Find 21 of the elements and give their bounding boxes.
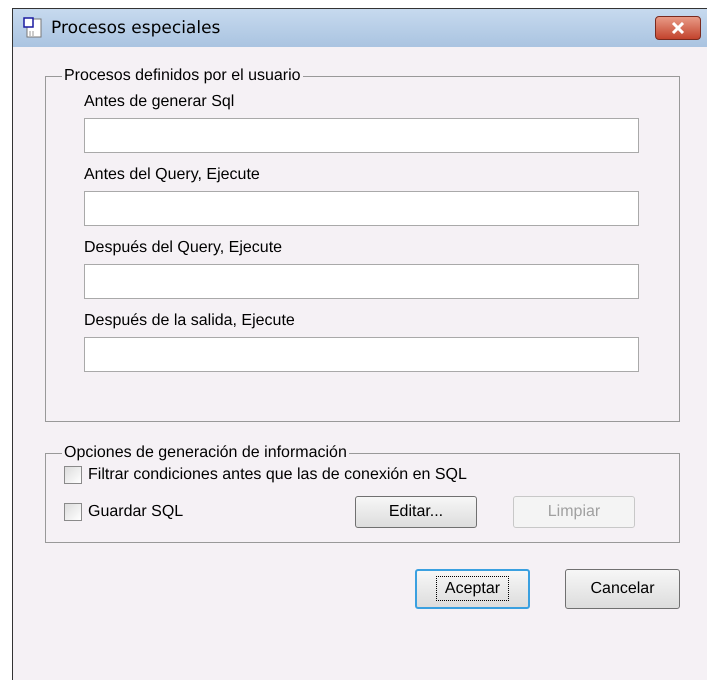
checkbox[interactable] — [64, 503, 82, 521]
input-field[interactable] — [84, 118, 639, 153]
edit-button[interactable]: Editar... — [355, 496, 477, 528]
field-label: Después de la salida, Ejecute — [84, 312, 296, 330]
input-field[interactable] — [84, 191, 639, 226]
group-title: Procesos definidos por el usuario — [63, 67, 302, 85]
close-icon — [670, 22, 686, 34]
field-label: Antes de generar Sql — [84, 93, 236, 111]
checkbox-label: Guardar SQL — [88, 503, 184, 521]
close-button[interactable] — [655, 16, 701, 40]
checkbox[interactable] — [64, 466, 82, 484]
accept-button[interactable]: Aceptar — [415, 569, 530, 609]
checkbox-label: Filtrar condiciones antes que las de conexión en SQL — [88, 466, 467, 484]
field-label: Antes del Query, Ejecute — [84, 166, 261, 184]
input-field[interactable] — [84, 337, 639, 372]
document-icon — [23, 17, 43, 39]
cancel-button[interactable]: Cancelar — [565, 569, 680, 609]
field-label: Después del Query, Ejecute — [84, 239, 284, 257]
input-field[interactable] — [84, 264, 639, 299]
group-title: Opciones de generación de información — [63, 444, 348, 462]
window-title: Procesos especiales — [51, 18, 220, 38]
